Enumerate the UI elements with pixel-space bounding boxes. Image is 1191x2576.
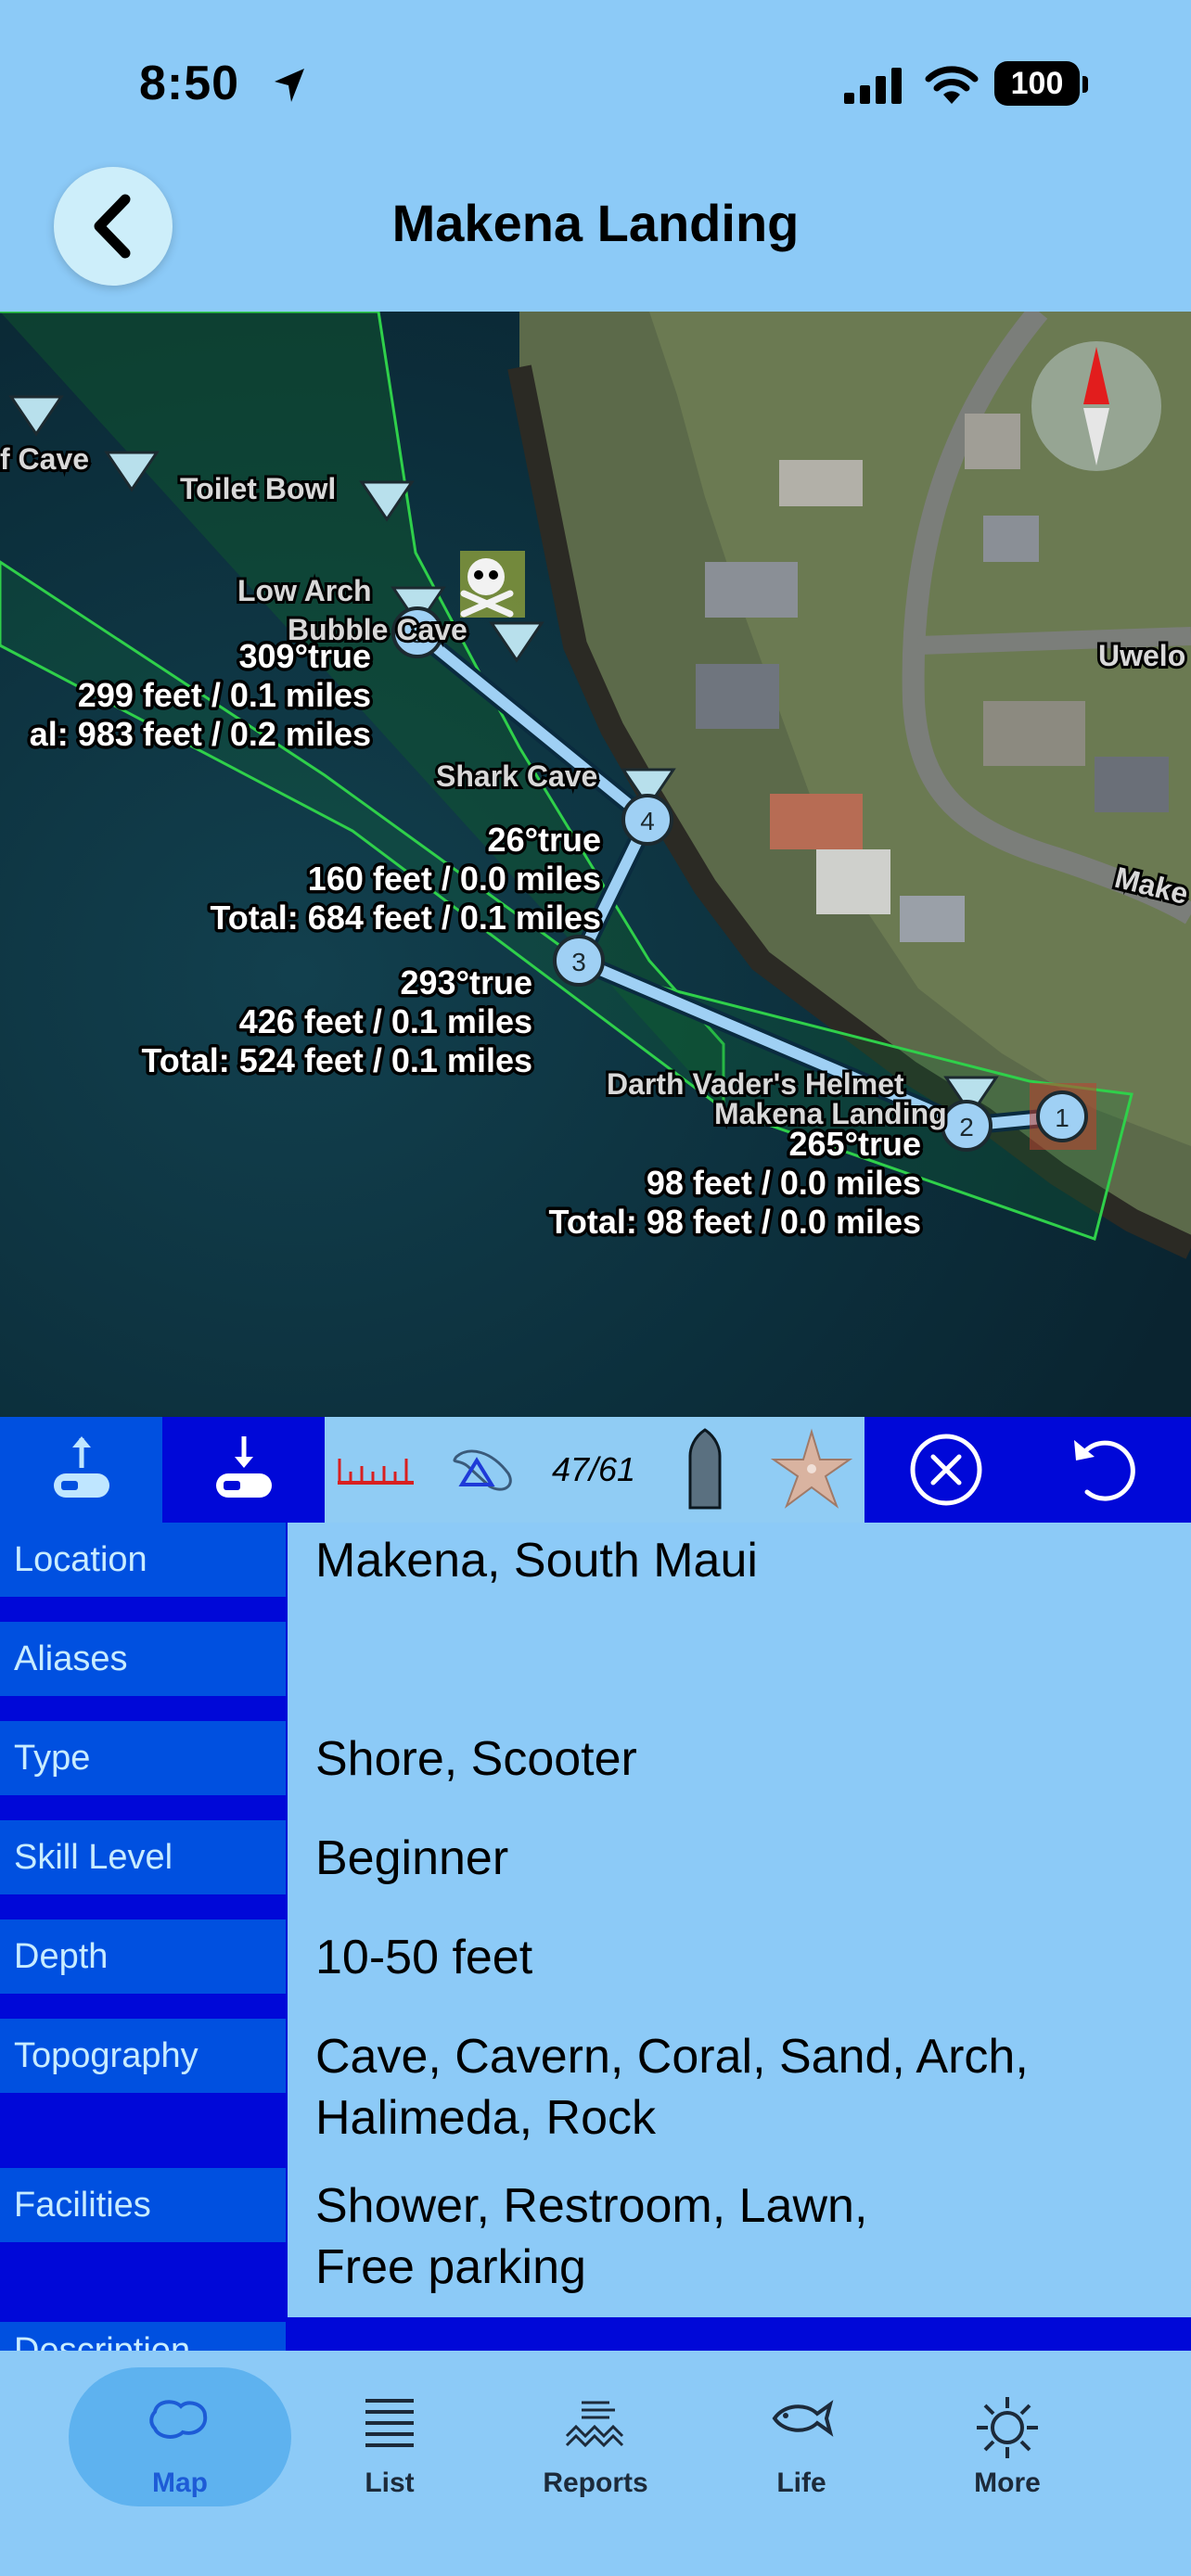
undo-icon	[1074, 1440, 1135, 1501]
detail-value-aliases	[288, 1622, 1191, 1721]
upload-device-icon	[53, 1436, 109, 1498]
svg-text:Total: 684 feet / 0.1 miles: Total: 684 feet / 0.1 miles	[210, 899, 601, 937]
route-icon	[453, 1449, 512, 1491]
detail-value-topography: Cave, Cavern, Coral, Sand, Arch, Halimed…	[288, 2019, 1191, 2168]
svg-text:2: 2	[959, 1113, 974, 1141]
close-circle-icon	[910, 1434, 982, 1506]
list-icon	[365, 2399, 414, 2447]
tab-bar: Map List Reports Life More	[0, 2351, 1191, 2576]
compass-button[interactable]	[1031, 341, 1161, 471]
battery-tip	[1082, 76, 1088, 93]
tab-label: Life	[776, 2468, 826, 2498]
site-label[interactable]: Low Arch	[235, 571, 375, 610]
svg-text:al: 983 feet / 0.2 miles: al: 983 feet / 0.2 miles	[30, 715, 371, 753]
topography-line-1: Cave, Cavern, Coral, Sand, Arch,	[315, 2030, 1029, 2084]
svg-text:Total: 98 feet / 0.0 miles: Total: 98 feet / 0.0 miles	[549, 1203, 921, 1241]
svg-text:26°true: 26°true	[488, 821, 601, 859]
site-label[interactable]: f Cave	[0, 440, 92, 478]
svg-text:3: 3	[571, 948, 586, 976]
tab-label: Reports	[543, 2468, 648, 2498]
tab-map[interactable]: Map	[69, 2367, 291, 2506]
svg-text:Total: 524 feet / 0.1 miles: Total: 524 feet / 0.1 miles	[141, 1041, 532, 1079]
tab-reports[interactable]: Reports	[484, 2367, 707, 2506]
close-route-button[interactable]	[890, 1417, 1002, 1523]
detail-label-type: Type	[0, 1721, 286, 1795]
download-device-icon	[215, 1436, 272, 1498]
page-title: Makena Landing	[391, 194, 800, 252]
detail-value-type: Shore, Scooter	[288, 1721, 1191, 1820]
waypoint-4[interactable]: 4	[621, 794, 673, 846]
starfish-icon	[770, 1428, 853, 1509]
detail-value-skill-level: Beginner	[288, 1820, 1191, 1919]
sun-icon	[977, 2397, 1038, 2458]
detail-label-skill-level: Skill Level	[0, 1820, 286, 1894]
svg-text:299 feet / 0.1 miles: 299 feet / 0.1 miles	[78, 676, 371, 714]
detail-value-location: Makena, South Maui	[288, 1523, 1191, 1622]
detail-label-depth: Depth	[0, 1919, 286, 1994]
site-label[interactable]: Shark Cave	[433, 757, 600, 796]
waypoint-2[interactable]: 2	[941, 1100, 992, 1152]
tank-button[interactable]	[668, 1417, 742, 1523]
map-canvas[interactable]: 1 2 3 4 5 f Cave Toilet Bowl Low Arch Bu…	[0, 312, 1191, 1417]
building	[705, 562, 798, 618]
status-time: 8:50	[139, 57, 240, 110]
route-button[interactable]	[438, 1417, 531, 1523]
nav-header: Makena Landing	[0, 167, 1191, 312]
map-icon	[149, 2400, 208, 2439]
svg-text:4: 4	[640, 807, 655, 835]
ruler-button[interactable]	[325, 1417, 427, 1523]
waypoint-1[interactable]: 1	[1036, 1090, 1088, 1142]
signal-icon	[844, 68, 902, 104]
download-button[interactable]	[162, 1417, 325, 1523]
tab-label: List	[365, 2468, 415, 2498]
svg-text:426 feet / 0.1 miles: 426 feet / 0.1 miles	[239, 1002, 532, 1040]
tab-more[interactable]: More	[896, 2367, 1119, 2506]
svg-text:309°true: 309°true	[239, 637, 371, 675]
detail-label-location: Location	[0, 1523, 286, 1597]
svg-text:1: 1	[1055, 1103, 1069, 1132]
starfish-button[interactable]	[761, 1417, 863, 1523]
tab-label: Map	[152, 2468, 208, 2498]
road-label: Uwelo	[1098, 639, 1185, 672]
skull-crossbones-icon[interactable]	[460, 551, 525, 618]
svg-text:265°true: 265°true	[789, 1125, 921, 1163]
site-label[interactable]: Darth Vader's Helmet	[604, 1065, 907, 1103]
waypoint-3[interactable]: 3	[553, 935, 605, 987]
tab-life[interactable]: Life	[690, 2367, 913, 2506]
site-counter: 47/61	[551, 1450, 636, 1488]
detail-label-topography: Topography	[0, 2019, 286, 2093]
map-toolbar: 47/61	[0, 1417, 1191, 1523]
detail-label-description: Description	[0, 2322, 286, 2351]
topography-line-2: Halimeda, Rock	[315, 2091, 657, 2145]
detail-label-aliases: Aliases	[0, 1622, 286, 1696]
wifi-icon	[925, 66, 979, 104]
svg-text:98 feet / 0.0 miles: 98 feet / 0.0 miles	[647, 1164, 921, 1202]
facilities-line-1: Shower, Restroom, Lawn,	[315, 2179, 868, 2233]
tab-label: More	[974, 2468, 1041, 2498]
detail-label-facilities: Facilities	[0, 2168, 286, 2242]
status-bar: 8:50 100	[0, 0, 1191, 167]
undo-button[interactable]	[1048, 1417, 1159, 1523]
site-label[interactable]: Toilet Bowl	[177, 469, 339, 508]
location-arrow-icon	[275, 69, 304, 102]
ruler-icon	[338, 1459, 414, 1485]
upload-button[interactable]	[0, 1417, 162, 1523]
waves-icon	[565, 2401, 624, 2448]
site-details: Location Makena, South Maui Aliases Type…	[0, 1523, 1191, 2351]
detail-value-depth: 10-50 feet	[288, 1919, 1191, 2019]
svg-text:293°true: 293°true	[401, 963, 532, 1001]
battery-indicator: 100	[994, 61, 1080, 106]
facilities-line-2: Free parking	[315, 2240, 586, 2294]
detail-value-facilities: Shower, Restroom, Lawn, Free parking	[288, 2168, 1191, 2317]
svg-text:160 feet / 0.0 miles: 160 feet / 0.0 miles	[308, 860, 601, 898]
dive-tank-icon	[688, 1428, 722, 1510]
tab-list[interactable]: List	[278, 2367, 501, 2506]
fish-icon	[772, 2400, 834, 2437]
satellite-map[interactable]: 1 2 3 4 5 f Cave Toilet Bowl Low Arch Bu…	[0, 312, 1191, 1417]
